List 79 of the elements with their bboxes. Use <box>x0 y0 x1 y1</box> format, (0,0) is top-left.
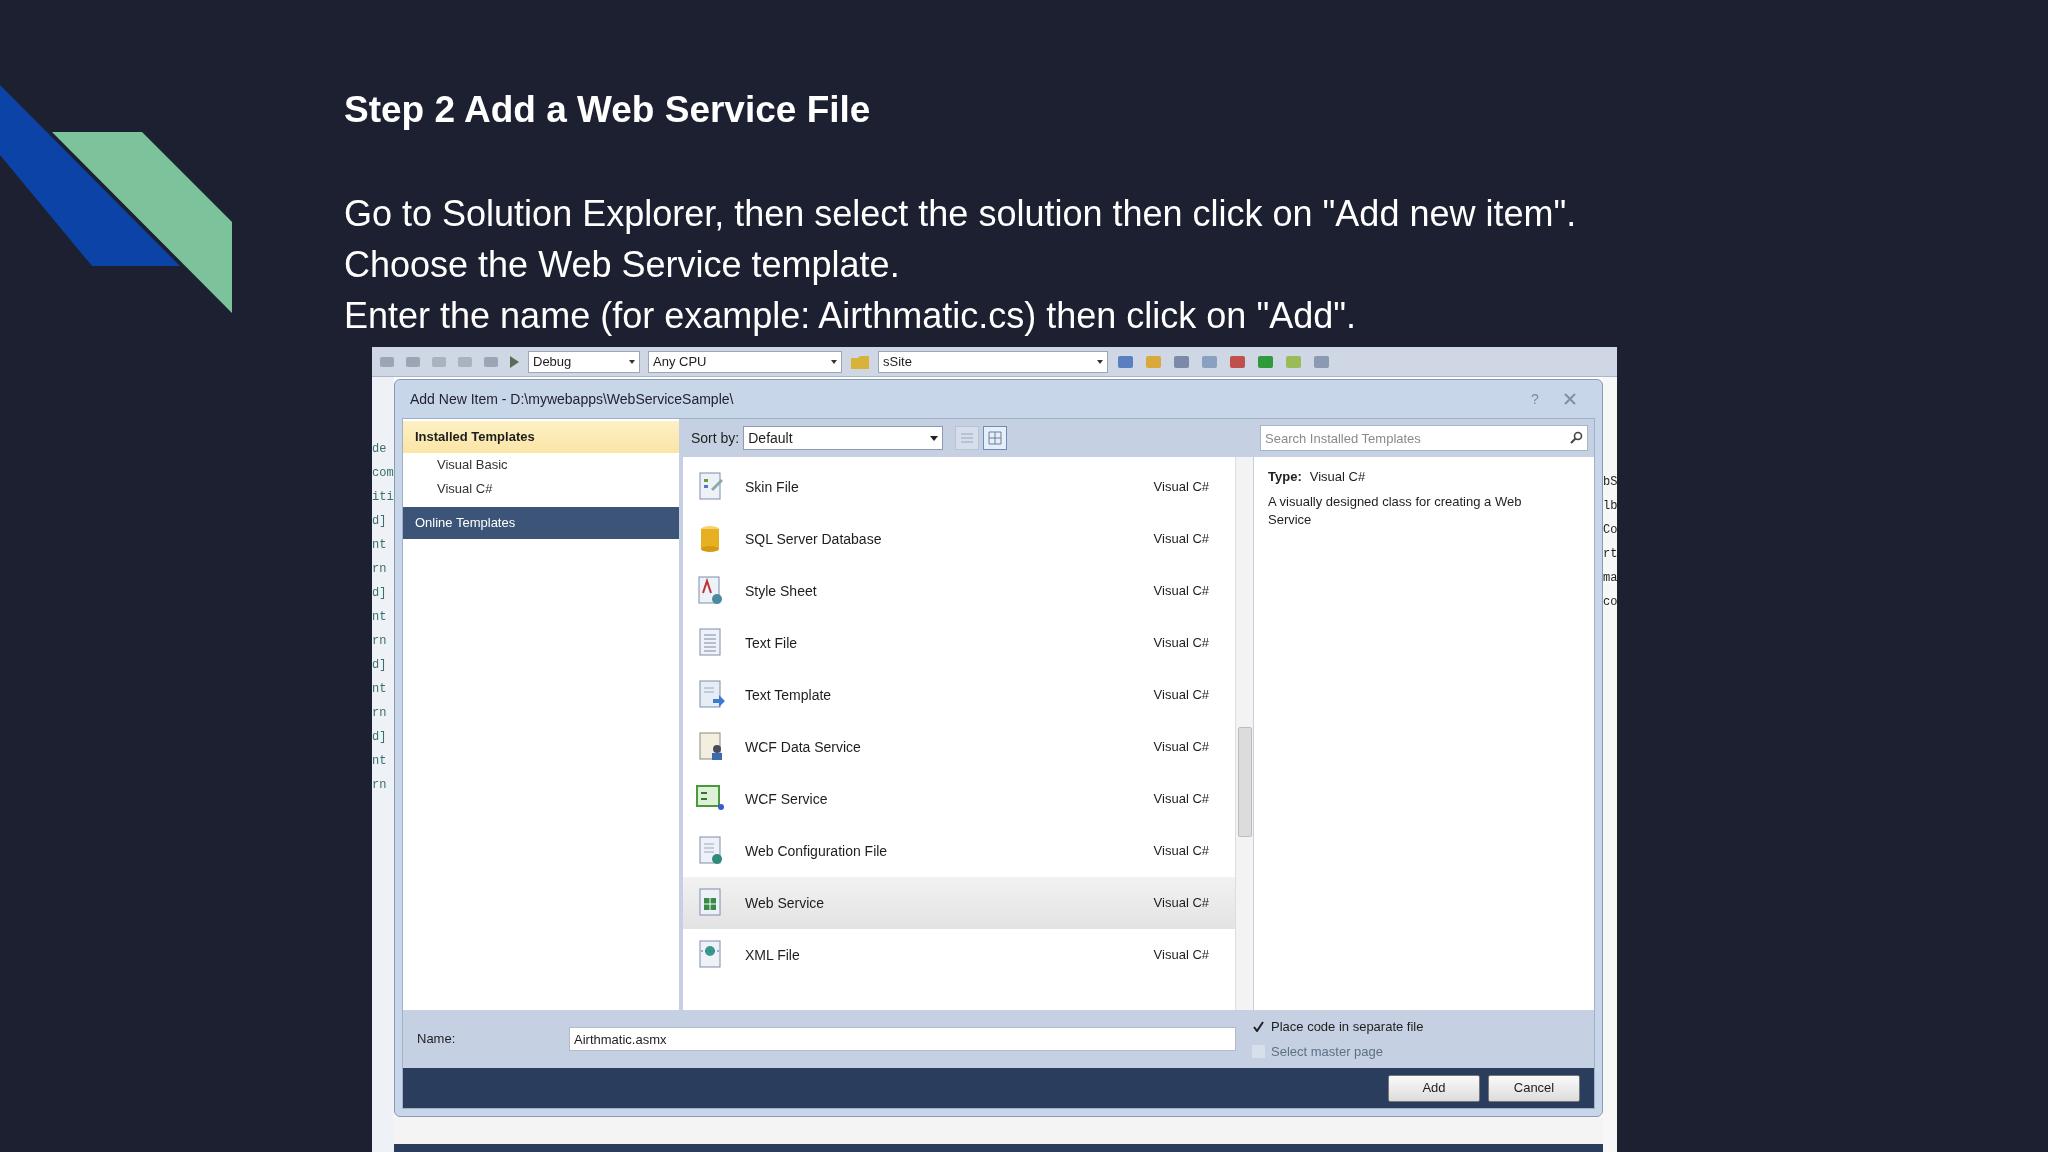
code-fragment: nt <box>372 753 388 769</box>
type-value: Visual C# <box>1309 468 1366 486</box>
template-name: Web Service <box>745 893 826 913</box>
code-fragment: nt <box>372 537 388 553</box>
code-fragment: ma <box>1603 570 1617 587</box>
template-name: Style Sheet <box>745 581 818 601</box>
template-name: Web Configuration File <box>745 841 889 861</box>
template-language: Visual C# <box>1153 530 1209 549</box>
template-name: SQL Server Database <box>745 529 883 549</box>
caret-icon <box>1097 359 1103 364</box>
code-fragment: nt <box>372 609 388 625</box>
code-fragment: d] <box>372 585 388 601</box>
template-row[interactable]: Web Service Visual C# <box>683 877 1235 929</box>
template-language: Visual C# <box>1153 582 1209 601</box>
template-name: Text Template <box>745 685 833 705</box>
grid-icon <box>988 431 1003 445</box>
code-fragment: rn <box>372 561 388 577</box>
play-icon[interactable] <box>508 354 520 369</box>
template-language: Visual C# <box>1153 790 1209 809</box>
code-fragment: rn <box>372 705 388 721</box>
slide-title: Step 2 Add a Web Service File <box>344 88 872 132</box>
instruction-text: Enter the name (for example: Airthmatic.cs) then click on "Add". <box>344 294 1357 338</box>
sidebar-item[interactable]: Installed Templates <box>403 421 679 453</box>
caret-icon <box>629 359 635 364</box>
template-name: XML File <box>745 945 801 965</box>
search-icon <box>1569 431 1583 445</box>
template-language: Visual C# <box>1153 738 1209 757</box>
sidebar-item[interactable]: Online Templates <box>403 507 679 539</box>
type-label: Type: <box>1268 468 1302 486</box>
checkbox-option[interactable]: Place code in separate file <box>1252 1016 1424 1036</box>
code-fragment: rt <box>1603 546 1617 563</box>
code-fragment: d] <box>372 657 388 673</box>
list-view-button[interactable] <box>955 426 980 450</box>
sidebar-item[interactable]: Visual Basic <box>403 453 679 477</box>
toolbar-dropdown[interactable]: Any CPU <box>648 350 842 373</box>
caret-icon <box>831 359 837 364</box>
code-fragment: com <box>372 465 394 481</box>
template-language: Visual C# <box>1153 946 1209 965</box>
code-fragment: d] <box>372 513 388 529</box>
checkbox-option: Select master page <box>1252 1042 1424 1062</box>
code-fragment: Co <box>1603 522 1617 539</box>
code-fragment: nt <box>372 681 388 697</box>
instruction-text: Choose the Web Service template. <box>344 243 901 287</box>
name-label: Name: <box>417 1030 457 1049</box>
code-fragment: de <box>372 441 388 457</box>
code-fragment: iti <box>372 489 394 505</box>
sidebar-item[interactable]: Visual C# <box>403 477 679 501</box>
code-fragment: rn <box>372 777 388 793</box>
sort-label: Sort by: <box>691 428 740 448</box>
template-language: Visual C# <box>1153 686 1209 705</box>
code-fragment: co <box>1603 594 1617 611</box>
template-language: Visual C# <box>1153 842 1209 861</box>
grid-view-button[interactable] <box>983 426 1008 450</box>
sort-dropdown[interactable]: Default <box>743 426 944 450</box>
toolbar-dropdown[interactable]: Debug <box>528 350 640 373</box>
template-language: Visual C# <box>1153 634 1209 653</box>
template-language: Visual C# <box>1153 894 1209 913</box>
code-fragment: rn <box>372 633 388 649</box>
scrollbar[interactable] <box>1235 457 1253 1010</box>
add-button[interactable]: Add <box>1388 1074 1480 1102</box>
checkbox[interactable] <box>1252 1019 1265 1033</box>
close-icon <box>1563 393 1577 405</box>
name-field[interactable]: Airthmatic.asmx <box>569 1027 1236 1051</box>
code-fragment: lb <box>1603 498 1617 515</box>
template-name: Text File <box>745 633 799 653</box>
cancel-button[interactable]: Cancel <box>1488 1074 1580 1102</box>
code-fragment: d] <box>372 729 388 745</box>
template-name: Skin File <box>745 477 800 497</box>
code-fragment: bS <box>1603 474 1617 491</box>
template-language: Visual C# <box>1153 478 1209 497</box>
template-name: WCF Data Service <box>745 737 862 757</box>
toolbar-dropdown[interactable]: sSite <box>878 350 1108 373</box>
search-field[interactable]: Search Installed Templates <box>1260 425 1588 451</box>
template-description: A visually designed class for creating a Web Service <box>1268 492 1523 529</box>
instruction-text: Go to Solution Explorer, then select the solution then click on "Add new item". <box>344 192 1578 236</box>
dialog-title: Add New Item - D:\mywebapps\WebServiceSample\ <box>410 389 735 409</box>
template-name: WCF Service <box>745 789 829 809</box>
list-icon <box>960 431 975 445</box>
caret-icon <box>930 435 939 441</box>
